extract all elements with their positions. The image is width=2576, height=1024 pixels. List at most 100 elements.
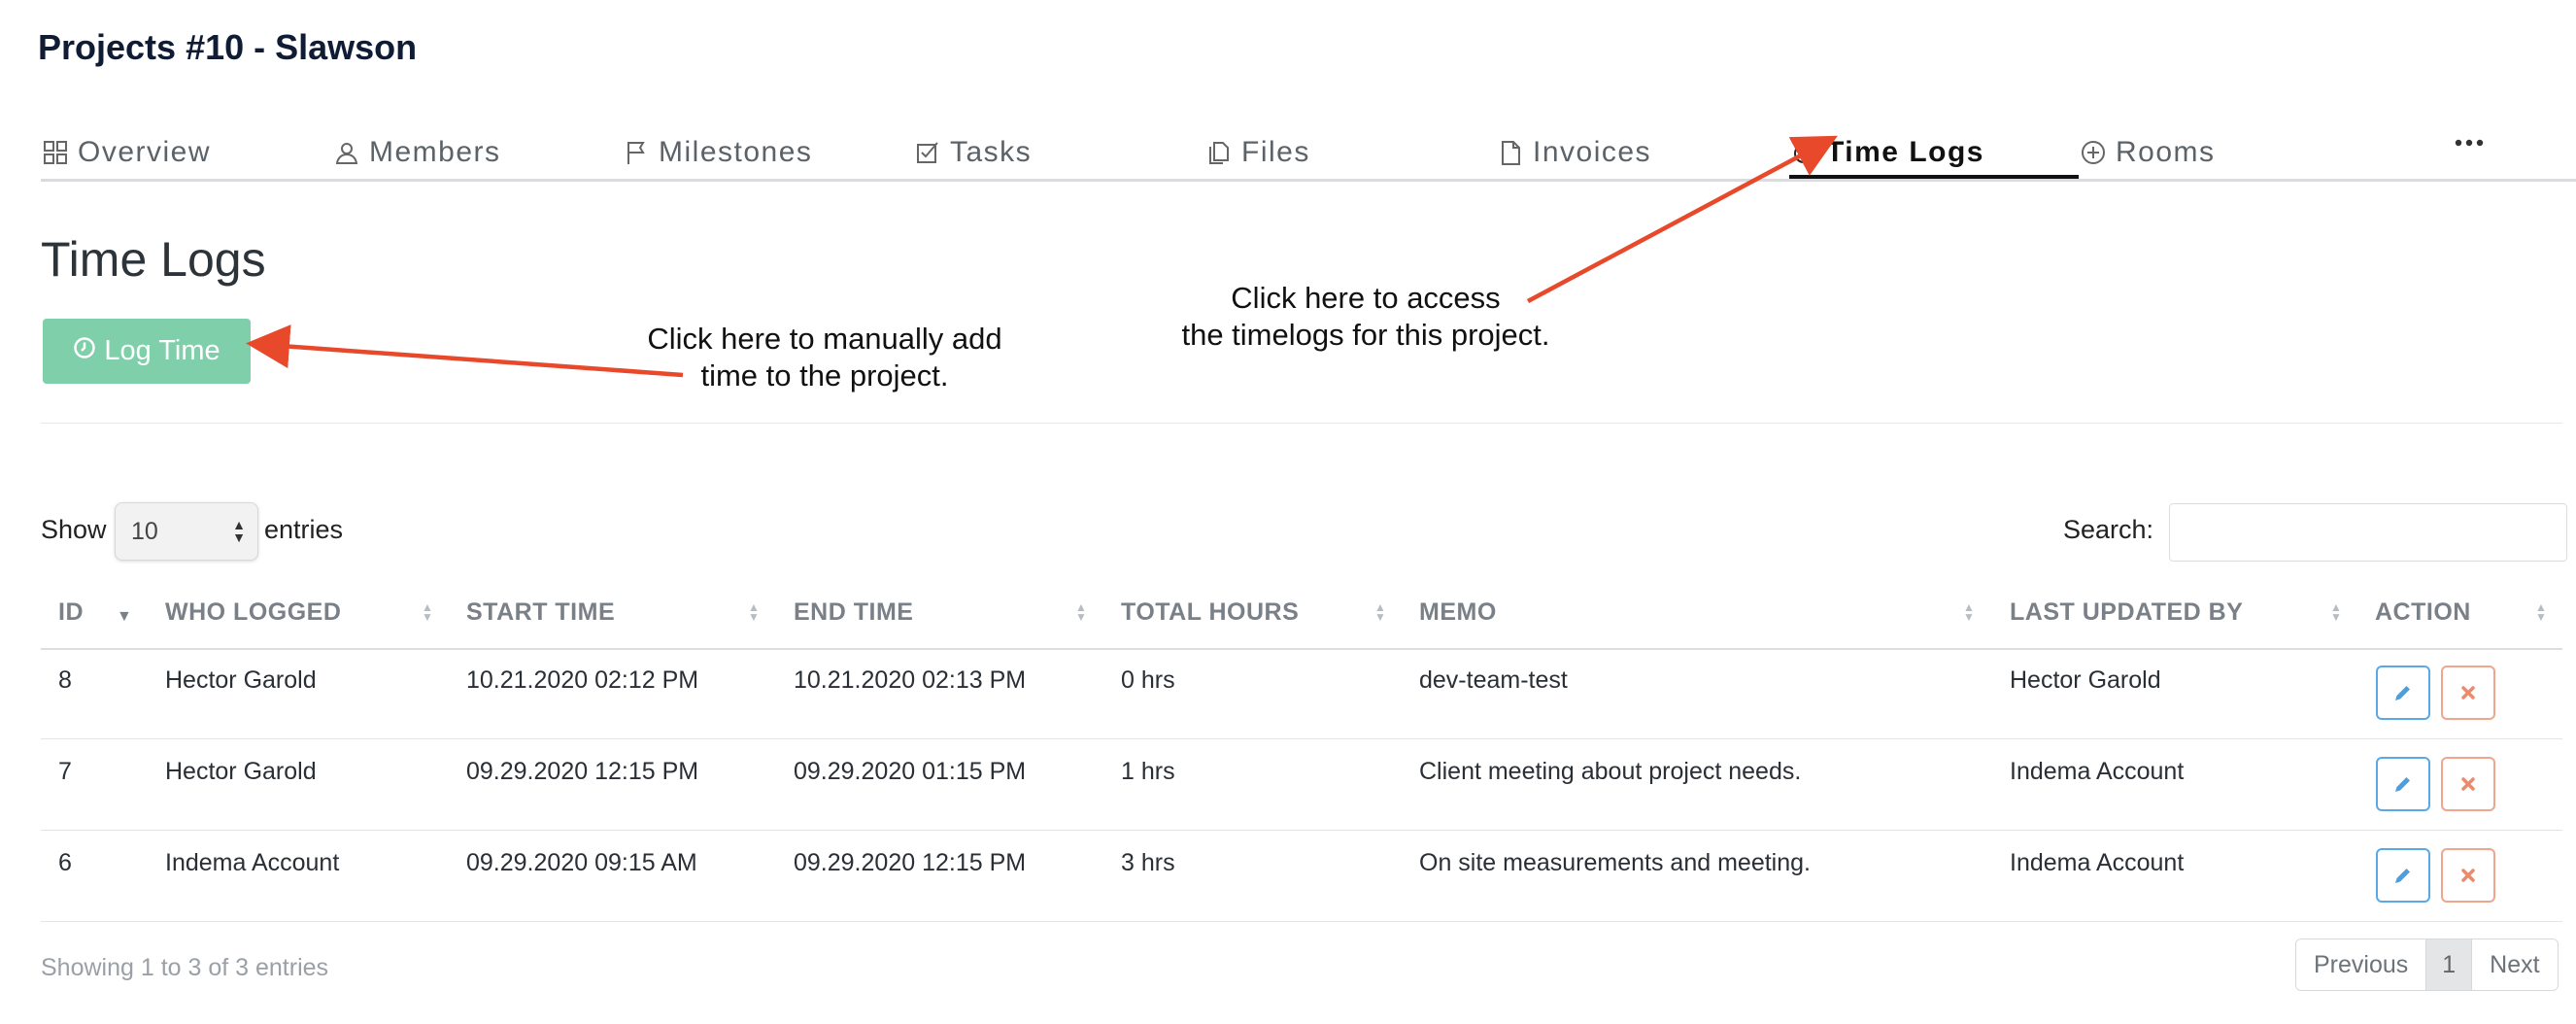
log-time-button[interactable]: Log Time — [43, 319, 251, 384]
cell-total-hours: 3 hrs — [1121, 849, 1175, 876]
annotation-time-logs-tab: Click here to access the timelogs for th… — [1162, 280, 1570, 354]
cell-who-logged: Hector Garold — [165, 758, 317, 785]
cell-end-time: 09.29.2020 01:15 PM — [794, 758, 1027, 785]
table-header-divider — [41, 648, 2562, 650]
select-arrows-icon: ▲ ▼ — [232, 517, 246, 545]
tab-rooms-label: Rooms — [2116, 136, 2216, 168]
show-label: Show — [41, 515, 107, 544]
project-tabs: Overview Members Milestones Tasks Files … — [41, 126, 2576, 182]
pagination-page-1[interactable]: 1 — [2426, 939, 2473, 990]
tab-invoices[interactable]: Invoices — [1496, 126, 1651, 179]
cell-end-time: 10.21.2020 02:13 PM — [794, 666, 1027, 694]
pencil-icon — [2395, 777, 2410, 792]
column-header-action[interactable]: ACTION — [2375, 598, 2471, 627]
tab-tasks[interactable]: Tasks — [913, 126, 1032, 179]
tab-members[interactable]: Members — [332, 126, 501, 179]
cell-total-hours: 0 hrs — [1121, 666, 1175, 694]
cell-start-time: 10.21.2020 02:12 PM — [466, 666, 699, 694]
pencil-icon — [2395, 869, 2410, 883]
cell-id: 7 — [58, 758, 72, 785]
column-header-who-logged[interactable]: WHO LOGGED — [165, 598, 341, 627]
delete-button[interactable] — [2441, 666, 2495, 720]
column-header-id[interactable]: ID — [58, 598, 84, 627]
cell-last-updated-by: Hector Garold — [2010, 666, 2161, 694]
annotation-time-logs-line-2: the timelogs for this project. — [1181, 318, 1550, 352]
tab-overview-label: Overview — [78, 136, 212, 168]
tab-time-logs[interactable]: Time Logs — [1789, 126, 1984, 179]
tab-time-logs-label: Time Logs — [1826, 136, 1984, 168]
sort-icon: ▲ ▼ — [1963, 600, 1975, 624]
edit-button[interactable] — [2376, 848, 2430, 903]
annotation-time-logs-line-1: Click here to access — [1231, 281, 1501, 315]
search-input[interactable] — [2169, 503, 2567, 562]
section-title: Time Logs — [41, 232, 266, 287]
cell-memo: On site measurements and meeting. — [1419, 849, 1811, 876]
edit-button[interactable] — [2376, 757, 2430, 811]
pencil-icon — [2395, 686, 2410, 700]
alarm-clock-icon — [1789, 138, 1818, 167]
active-tab-indicator — [1789, 175, 2079, 179]
delete-button[interactable] — [2441, 757, 2495, 811]
tab-rooms[interactable]: Rooms — [2079, 126, 2216, 179]
row-divider — [41, 921, 2562, 922]
more-options-icon[interactable] — [2450, 128, 2489, 157]
table-info: Showing 1 to 3 of 3 entries — [41, 954, 329, 981]
files-icon — [1204, 138, 1234, 167]
clock-icon — [73, 335, 96, 367]
page-title: Projects #10 - Slawson — [38, 27, 418, 67]
entries-label: entries — [264, 515, 344, 544]
sort-icon: ▲ ▼ — [748, 600, 760, 624]
tab-milestones[interactable]: Milestones — [622, 126, 812, 179]
cell-who-logged: Indema Account — [165, 849, 340, 876]
cell-total-hours: 1 hrs — [1121, 758, 1175, 785]
tab-overview[interactable]: Overview — [41, 126, 211, 179]
column-header-last-updated-by[interactable]: LAST UPDATED BY — [2010, 598, 2243, 627]
annotation-log-time-line-2: time to the project. — [700, 358, 949, 393]
pagination: Previous 1 Next — [2295, 939, 2559, 991]
user-icon — [332, 138, 361, 167]
column-header-end-time[interactable]: END TIME — [794, 598, 913, 627]
delete-button[interactable] — [2441, 848, 2495, 903]
column-header-total-hours[interactable]: TOTAL HOURS — [1121, 598, 1299, 627]
sort-icon: ▲ ▼ — [2330, 600, 2342, 624]
log-time-button-label: Log Time — [104, 335, 220, 366]
checkbox-icon — [913, 138, 942, 167]
cell-end-time: 09.29.2020 12:15 PM — [794, 849, 1027, 876]
pagination-next[interactable]: Next — [2472, 939, 2558, 990]
sort-icon: ▲ ▼ — [1075, 600, 1087, 624]
page-size-value: 10 — [131, 517, 158, 545]
column-header-start-time[interactable]: START TIME — [466, 598, 615, 627]
sort-icon: ▲ ▼ — [2535, 600, 2547, 624]
close-icon — [2461, 686, 2475, 700]
column-header-memo[interactable]: MEMO — [1419, 598, 1497, 627]
grid-icon — [41, 138, 70, 167]
tab-members-label: Members — [369, 136, 501, 168]
search-label: Search: — [2063, 515, 2154, 544]
cell-last-updated-by: Indema Account — [2010, 758, 2185, 785]
row-divider — [41, 738, 2562, 739]
tab-tasks-label: Tasks — [950, 136, 1033, 168]
tab-files[interactable]: Files — [1204, 126, 1310, 179]
flag-icon — [622, 138, 651, 167]
document-icon — [1496, 138, 1525, 167]
sort-icon: ▲ ▼ — [422, 600, 433, 624]
annotation-log-time-line-1: Click here to manually add — [647, 322, 1002, 356]
row-divider — [41, 830, 2562, 831]
cell-who-logged: Hector Garold — [165, 666, 317, 694]
cell-start-time: 09.29.2020 12:15 PM — [466, 758, 699, 785]
cell-id: 6 — [58, 849, 72, 876]
cell-start-time: 09.29.2020 09:15 AM — [466, 849, 697, 876]
annotation-log-time: Click here to manually add time to the p… — [614, 321, 1035, 394]
edit-button[interactable] — [2376, 666, 2430, 720]
tab-files-label: Files — [1241, 136, 1310, 168]
cell-last-updated-by: Indema Account — [2010, 849, 2185, 876]
plus-circle-icon — [2079, 138, 2108, 167]
sort-icon: ▲ ▼ — [1374, 600, 1386, 624]
section-divider — [41, 423, 2562, 424]
tab-invoices-label: Invoices — [1533, 136, 1652, 168]
cell-memo: dev-team-test — [1419, 666, 1568, 694]
cell-id: 8 — [58, 666, 72, 694]
sort-desc-icon: ▼ — [117, 608, 132, 625]
page-size-select[interactable]: 10 ▲ ▼ — [115, 502, 258, 561]
pagination-previous[interactable]: Previous — [2296, 939, 2427, 990]
